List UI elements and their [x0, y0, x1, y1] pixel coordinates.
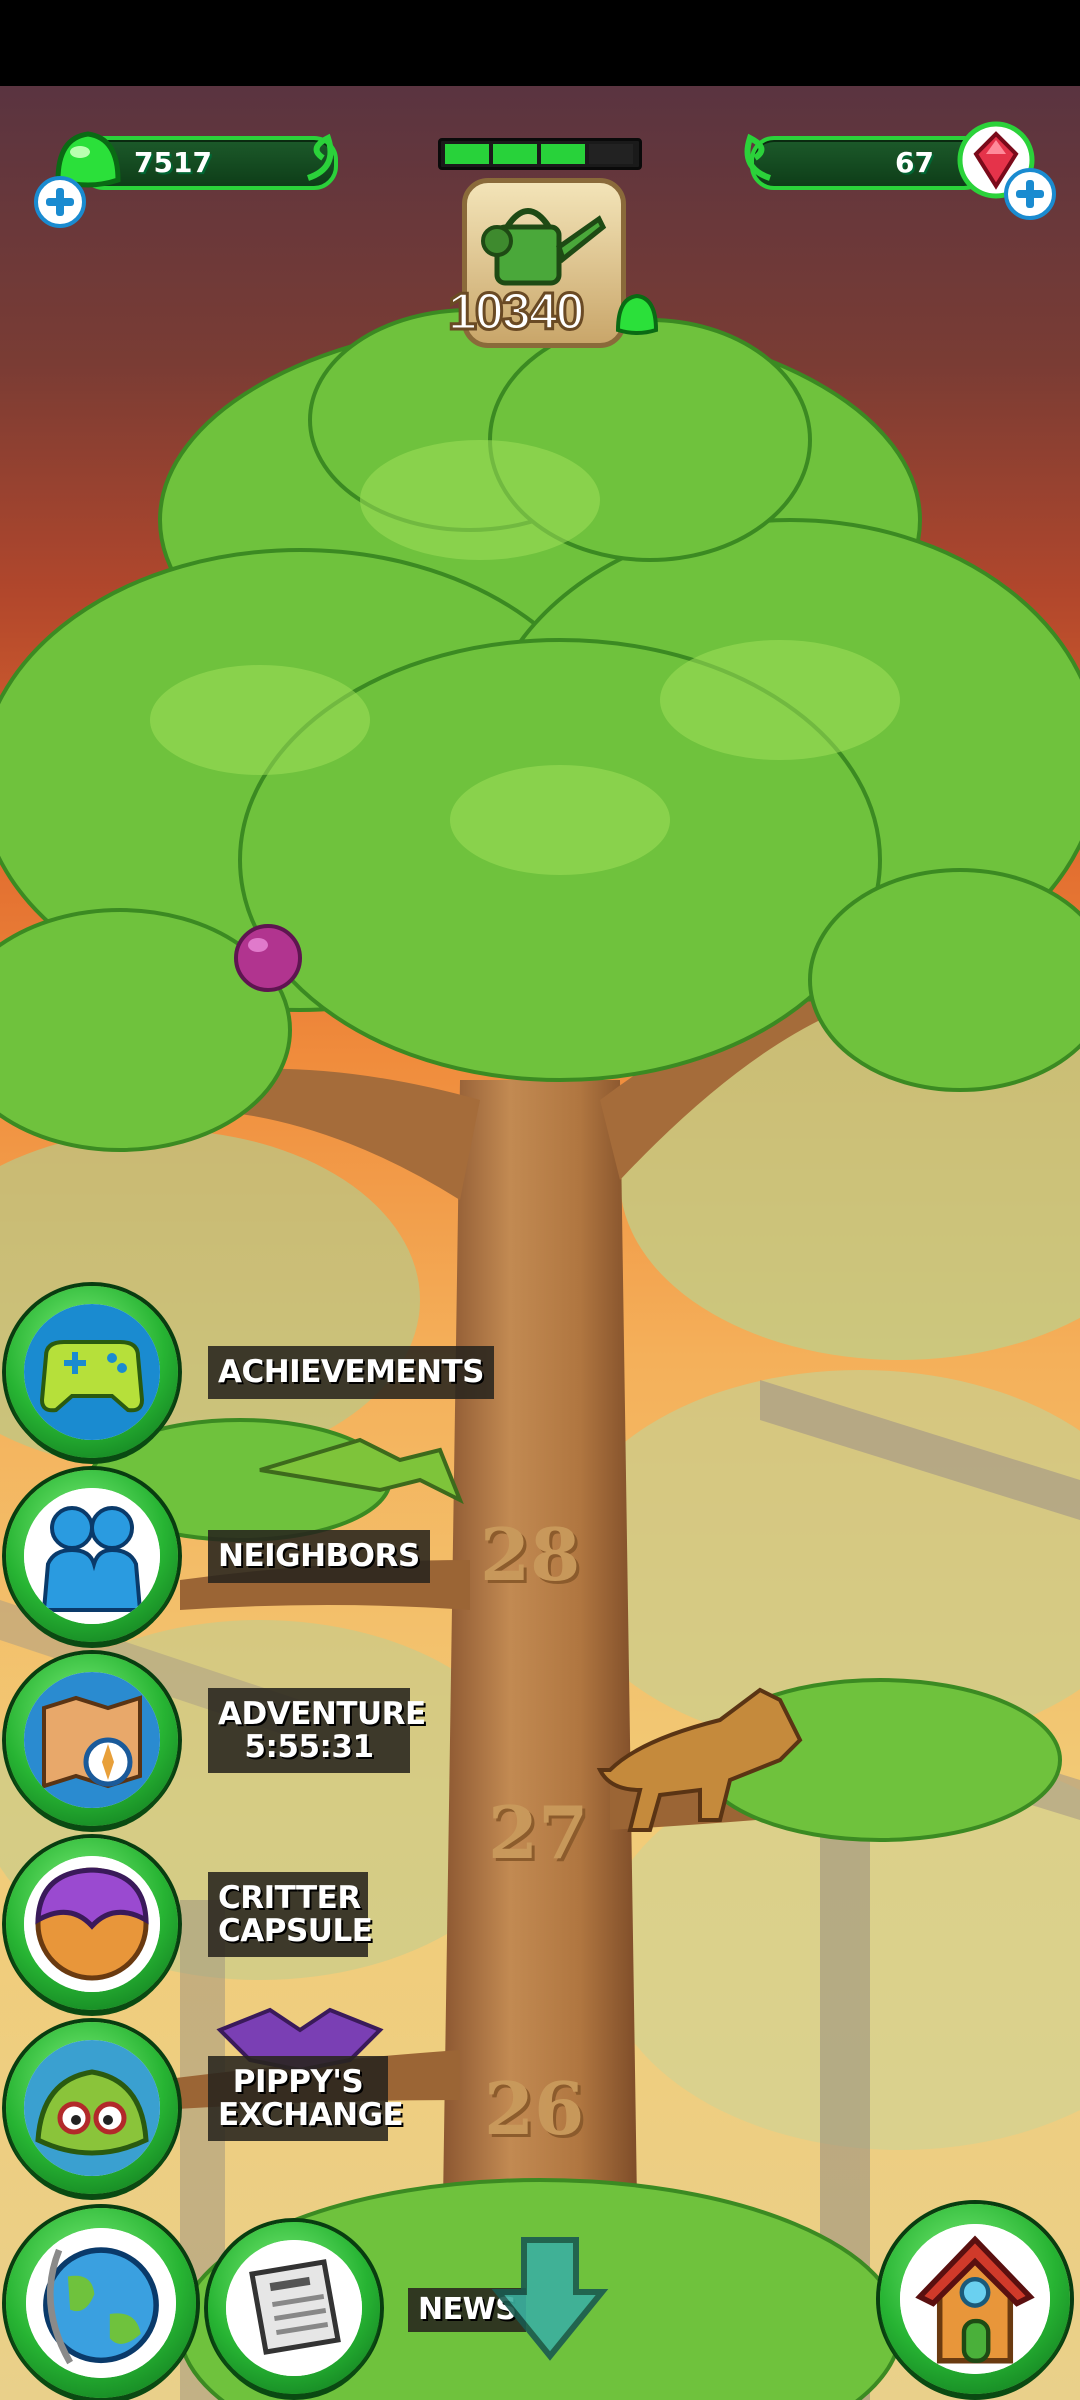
critter-capsule-line-1: CRITTER — [218, 1880, 361, 1916]
gem-currency-value: 67 — [895, 146, 934, 179]
critter-capsule-icon-frame — [24, 1856, 160, 1992]
progress-bar — [438, 138, 642, 170]
tree-level-28: 28 — [480, 1512, 581, 1597]
slime-small-icon — [615, 293, 659, 335]
game-screen: 28 27 26 7517 67 10340 ACHIEVEMENTS NEIG… — [0, 0, 1080, 2400]
progress-segment — [541, 144, 585, 164]
adventure-icon-frame — [24, 1672, 160, 1808]
tree-scene — [0, 86, 1080, 2400]
gamepad-icon — [24, 1304, 160, 1440]
neighbors-label[interactable]: NEIGHBORS — [208, 1530, 430, 1583]
progress-segment — [445, 144, 489, 164]
progress-segment-empty — [589, 144, 633, 164]
pippys-exchange-line-1: PIPPY'S — [232, 2064, 364, 2100]
watering-count: 10340 — [447, 282, 587, 343]
down-arrow-icon[interactable] — [490, 2230, 610, 2370]
newspaper-icon — [226, 2240, 362, 2376]
purple-fruit[interactable] — [234, 924, 302, 992]
pippys-exchange-icon-frame — [24, 2040, 160, 2176]
people-icon — [24, 1488, 160, 1624]
globe-button[interactable] — [6, 2208, 196, 2398]
status-bar — [0, 0, 1080, 86]
neighbors-icon-frame — [24, 1488, 160, 1624]
pippys-exchange-line-2: EXCHANGE — [218, 2096, 404, 2133]
house-icon — [900, 2224, 1050, 2374]
news-button[interactable] — [208, 2222, 380, 2394]
news-icon-frame — [226, 2240, 362, 2376]
vine-decoration-icon — [306, 133, 334, 181]
tree-level-26: 26 — [484, 2066, 585, 2151]
achievements-button[interactable] — [6, 1286, 178, 1458]
critter-capsule-line-2: CAPSULE — [218, 1912, 373, 1949]
home-button[interactable] — [880, 2204, 1070, 2394]
adventure-title: ADVENTURE — [218, 1696, 426, 1732]
home-icon-frame — [900, 2224, 1050, 2374]
tree-level-27: 27 — [488, 1790, 589, 1875]
progress-segment — [493, 144, 537, 164]
pippys-exchange-button[interactable] — [6, 2022, 178, 2194]
add-gems-button[interactable] — [1004, 168, 1056, 220]
vine-decoration-icon — [744, 133, 772, 181]
slime-currency-value: 7517 — [134, 146, 212, 179]
critter-capsule-button[interactable] — [6, 1838, 178, 2010]
adventure-timer: 5:55:31 — [244, 1728, 374, 1765]
globe-icon — [26, 2228, 176, 2378]
neighbors-button[interactable] — [6, 1470, 178, 1642]
pippy-avatar-icon — [24, 2040, 160, 2176]
globe-icon-frame — [26, 2228, 176, 2378]
achievements-icon-frame — [24, 1304, 160, 1440]
pippys-exchange-label[interactable]: PIPPY'S EXCHANGE — [208, 2056, 404, 2142]
adventure-button[interactable] — [6, 1654, 178, 1826]
add-slime-button[interactable] — [34, 176, 86, 228]
achievements-label[interactable]: ACHIEVEMENTS — [208, 1346, 495, 1399]
gem-currency-bar: 67 — [750, 136, 988, 190]
critter-capsule-label[interactable]: CRITTER CAPSULE — [208, 1872, 373, 1958]
map-compass-icon — [24, 1672, 160, 1808]
adventure-label[interactable]: ADVENTURE 5:55:31 — [208, 1688, 426, 1774]
capsule-icon — [24, 1856, 160, 1992]
